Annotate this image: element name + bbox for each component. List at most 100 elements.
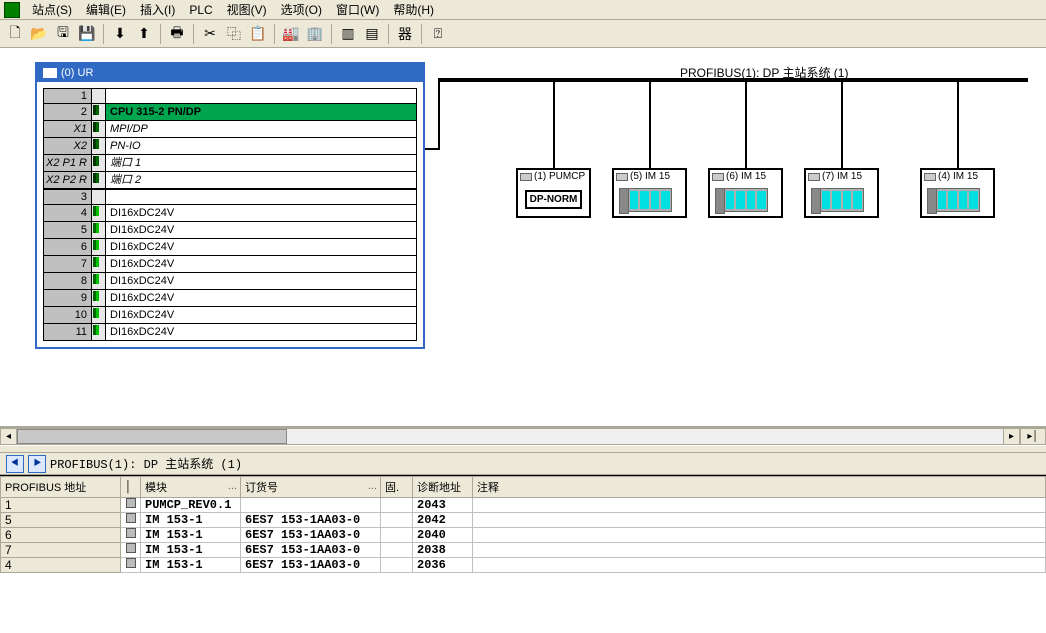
rack-slot-number: 1 xyxy=(44,89,92,104)
detail-nav-bar: ⯇ ⯈ PROFIBUS(1): DP 主站系统 (1) xyxy=(0,453,1046,475)
tb-print-icon[interactable]: 🖶 xyxy=(166,23,188,45)
col-comment[interactable]: 注释 xyxy=(473,477,1046,498)
rack-row[interactable]: X2 P2 R端口 2 xyxy=(44,172,417,190)
menu-plc[interactable]: PLC xyxy=(183,1,218,19)
splitter-bar[interactable] xyxy=(0,445,1046,453)
cell-fw xyxy=(381,558,413,573)
tb-copy-icon[interactable]: ⿻ xyxy=(223,23,245,45)
bus-slave-node[interactable]: (7) IM 15 xyxy=(804,168,879,218)
col-diag[interactable]: 诊断地址 xyxy=(413,477,473,498)
bus-slave-node[interactable]: (5) IM 15 xyxy=(612,168,687,218)
tb-open-icon[interactable]: 📂 xyxy=(28,23,50,45)
rack-slot-table[interactable]: 12CPU 315-2 PN/DPX1MPI/DPX2PN-IOX2 P1 R端… xyxy=(43,88,417,341)
col-module[interactable]: 模块... xyxy=(141,477,241,498)
nav-prev-icon[interactable]: ⯇ xyxy=(6,455,24,473)
tb-network-icon[interactable]: 器 xyxy=(394,23,416,45)
tb-paste-icon[interactable]: 📋 xyxy=(247,23,269,45)
col-module-icon[interactable]: │ xyxy=(121,477,141,498)
rack-row[interactable]: X1MPI/DP xyxy=(44,121,417,138)
col-profibus-addr[interactable]: PROFIBUS 地址 xyxy=(1,477,121,498)
grid-row[interactable]: 6IM 153-16ES7 153-1AA03-02040 xyxy=(1,528,1046,543)
rack-module-name: DI16xDC24V xyxy=(106,256,417,273)
rack-row[interactable]: 2CPU 315-2 PN/DP xyxy=(44,104,417,121)
grid-row[interactable]: 1PUMCP_REV0.12043 xyxy=(1,498,1046,513)
bus-drop-line xyxy=(957,78,959,170)
rack-slot-number: 6 xyxy=(44,239,92,256)
grid-row[interactable]: 4IM 153-16ES7 153-1AA03-02036 xyxy=(1,558,1046,573)
tb-upload-icon[interactable]: ⬆ xyxy=(133,23,155,45)
col-fw[interactable]: 固. xyxy=(381,477,413,498)
rack-row[interactable]: X2PN-IO xyxy=(44,138,417,155)
tb-cut-icon[interactable]: ✂ xyxy=(199,23,221,45)
bus-master-stub xyxy=(425,148,438,150)
bus-line[interactable] xyxy=(438,78,1028,82)
bus-slave-node[interactable]: (4) IM 15 xyxy=(920,168,995,218)
cell-module: IM 153-1 xyxy=(141,543,241,558)
rack-module-icon xyxy=(92,172,106,190)
tb-props-icon[interactable]: ▤ xyxy=(361,23,383,45)
rack-slot-number: X2 P2 R xyxy=(44,172,92,190)
rack-title-bar[interactable]: (0) UR xyxy=(37,64,423,82)
slave-icon xyxy=(808,173,820,181)
scroll-end-icon[interactable]: ▸│ xyxy=(1020,428,1046,445)
cell-order xyxy=(241,498,381,513)
work-hscrollbar[interactable]: ◂ ▸ ▸│ xyxy=(0,428,1046,445)
rack-module-icon xyxy=(92,222,106,239)
cell-module: IM 153-1 xyxy=(141,528,241,543)
menu-options[interactable]: 选项(O) xyxy=(275,0,328,20)
cell-addr: 4 xyxy=(1,558,121,573)
rack-slot-number: X1 xyxy=(44,121,92,138)
rack-row[interactable]: 9DI16xDC24V xyxy=(44,290,417,307)
scroll-thumb[interactable] xyxy=(17,429,287,444)
rack-row[interactable]: 3 xyxy=(44,189,417,205)
menu-help[interactable]: 帮助(H) xyxy=(387,0,440,20)
bus-slave-node[interactable]: (6) IM 15 xyxy=(708,168,783,218)
slave-label: (6) IM 15 xyxy=(726,171,766,182)
rack-row[interactable]: 4DI16xDC24V xyxy=(44,205,417,222)
rack-slot-number: X2 P1 R xyxy=(44,155,92,172)
rack-module-icon xyxy=(92,138,106,155)
tb-save-station-icon[interactable]: 🖫 xyxy=(52,23,74,45)
col-order[interactable]: 订货号... xyxy=(241,477,381,498)
bus-slave-node[interactable]: (1) PUMCPDP-NORM xyxy=(516,168,591,218)
rack-row[interactable]: 11DI16xDC24V xyxy=(44,324,417,341)
rack-window[interactable]: (0) UR 12CPU 315-2 PN/DPX1MPI/DPX2PN-IOX… xyxy=(35,62,425,349)
bus-drop-line xyxy=(553,78,555,170)
menu-insert[interactable]: 插入(I) xyxy=(134,0,181,20)
menu-window[interactable]: 窗口(W) xyxy=(330,0,385,20)
tb-hw1-icon[interactable]: 🏭 xyxy=(280,23,302,45)
tb-new-icon[interactable]: 🗋 xyxy=(4,23,26,45)
rack-row[interactable]: X2 P1 R端口 1 xyxy=(44,155,417,172)
cell-addr: 6 xyxy=(1,528,121,543)
rack-title-text: (0) UR xyxy=(61,67,93,79)
hardware-config-canvas[interactable]: (0) UR 12CPU 315-2 PN/DPX1MPI/DPX2PN-IOX… xyxy=(0,48,1046,428)
tb-download-icon[interactable]: ⬇ xyxy=(109,23,131,45)
grid-row[interactable]: 5IM 153-16ES7 153-1AA03-02042 xyxy=(1,513,1046,528)
rack-row[interactable]: 5DI16xDC24V xyxy=(44,222,417,239)
menu-edit[interactable]: 编辑(E) xyxy=(80,0,132,20)
rack-row[interactable]: 6DI16xDC24V xyxy=(44,239,417,256)
toolbar: 🗋 📂 🖫 💾 ⬇ ⬆ 🖶 ✂ ⿻ 📋 🏭 🏢 ▥ ▤ 器 ⍰ xyxy=(0,20,1046,48)
tb-save-icon[interactable]: 💾 xyxy=(76,23,98,45)
detail-grid[interactable]: PROFIBUS 地址 │ 模块... 订货号... 固. 诊断地址 注释 1P… xyxy=(0,475,1046,618)
cell-diag: 2042 xyxy=(413,513,473,528)
scroll-left-icon[interactable]: ◂ xyxy=(0,428,17,445)
rack-row[interactable]: 7DI16xDC24V xyxy=(44,256,417,273)
scroll-right-icon[interactable]: ▸ xyxy=(1003,428,1020,445)
menu-bar: 站点(S) 编辑(E) 插入(I) PLC 视图(V) 选项(O) 窗口(W) … xyxy=(0,0,1046,20)
rack-row[interactable]: 10DI16xDC24V xyxy=(44,307,417,324)
tb-catalog-icon[interactable]: ▥ xyxy=(337,23,359,45)
bus-drop-line xyxy=(649,78,651,170)
menu-view[interactable]: 视图(V) xyxy=(221,0,273,20)
slave-icon xyxy=(924,173,936,181)
nav-path: PROFIBUS(1): DP 主站系统 (1) xyxy=(50,455,242,472)
menu-station[interactable]: 站点(S) xyxy=(26,0,78,20)
rack-row[interactable]: 1 xyxy=(44,89,417,104)
cell-fw xyxy=(381,543,413,558)
rack-module-icon xyxy=(92,189,106,205)
nav-next-icon[interactable]: ⯈ xyxy=(28,455,46,473)
rack-row[interactable]: 8DI16xDC24V xyxy=(44,273,417,290)
tb-hw2-icon[interactable]: 🏢 xyxy=(304,23,326,45)
tb-help-icon[interactable]: ⍰ xyxy=(427,23,449,45)
grid-row[interactable]: 7IM 153-16ES7 153-1AA03-02038 xyxy=(1,543,1046,558)
